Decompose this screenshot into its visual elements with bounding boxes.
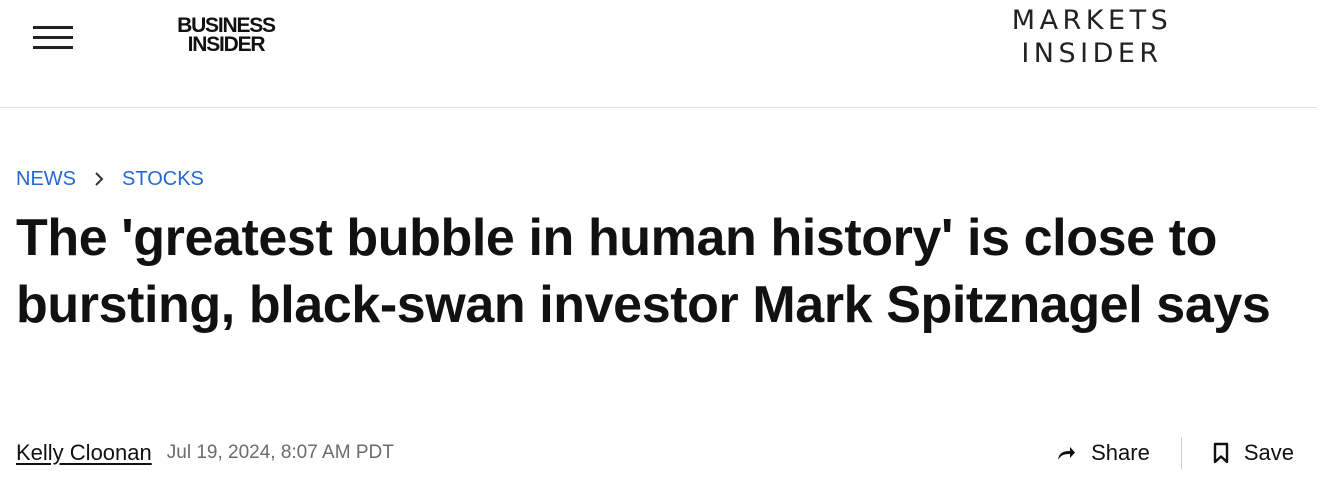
publish-date: Jul 19, 2024, 8:07 AM PDT	[166, 442, 394, 463]
byline: Kelly Cloonan Jul 19, 2024, 8:07 AM PDT	[16, 438, 394, 468]
menu-bar	[33, 36, 73, 39]
breadcrumb-news-link[interactable]: NEWS	[16, 168, 76, 191]
save-button[interactable]: Save	[1212, 440, 1294, 466]
breadcrumb-stocks-link[interactable]: STOCKS	[122, 168, 204, 191]
section-logo-line-1: MARKETS	[1011, 5, 1173, 36]
share-arrow-icon	[1055, 443, 1077, 463]
actions-divider	[1180, 437, 1182, 469]
save-label: Save	[1243, 440, 1294, 465]
bookmark-icon	[1212, 442, 1230, 464]
logo-line-2: INSIDER	[187, 33, 266, 56]
article-actions: Share Save	[1055, 436, 1294, 470]
section-logo-line-2: INSIDER	[1021, 38, 1163, 69]
breadcrumb: NEWS STOCKS	[16, 166, 204, 192]
menu-bar	[33, 26, 73, 29]
article-headline: The 'greatest bubble in human history' i…	[16, 209, 1271, 334]
share-label: Share	[1091, 440, 1150, 465]
author-link[interactable]: Kelly Cloonan	[16, 440, 152, 466]
markets-insider-logo[interactable]: MARKETS INSIDER	[998, 4, 1186, 70]
share-button[interactable]: Share	[1055, 440, 1150, 466]
chevron-right-icon	[76, 168, 122, 191]
hamburger-menu-icon[interactable]	[33, 24, 73, 52]
menu-bar	[33, 46, 73, 49]
business-insider-logo[interactable]: BUSINESS INSIDER	[167, 15, 285, 56]
site-header: BUSINESS INSIDER MARKETS INSIDER	[0, 0, 1317, 108]
